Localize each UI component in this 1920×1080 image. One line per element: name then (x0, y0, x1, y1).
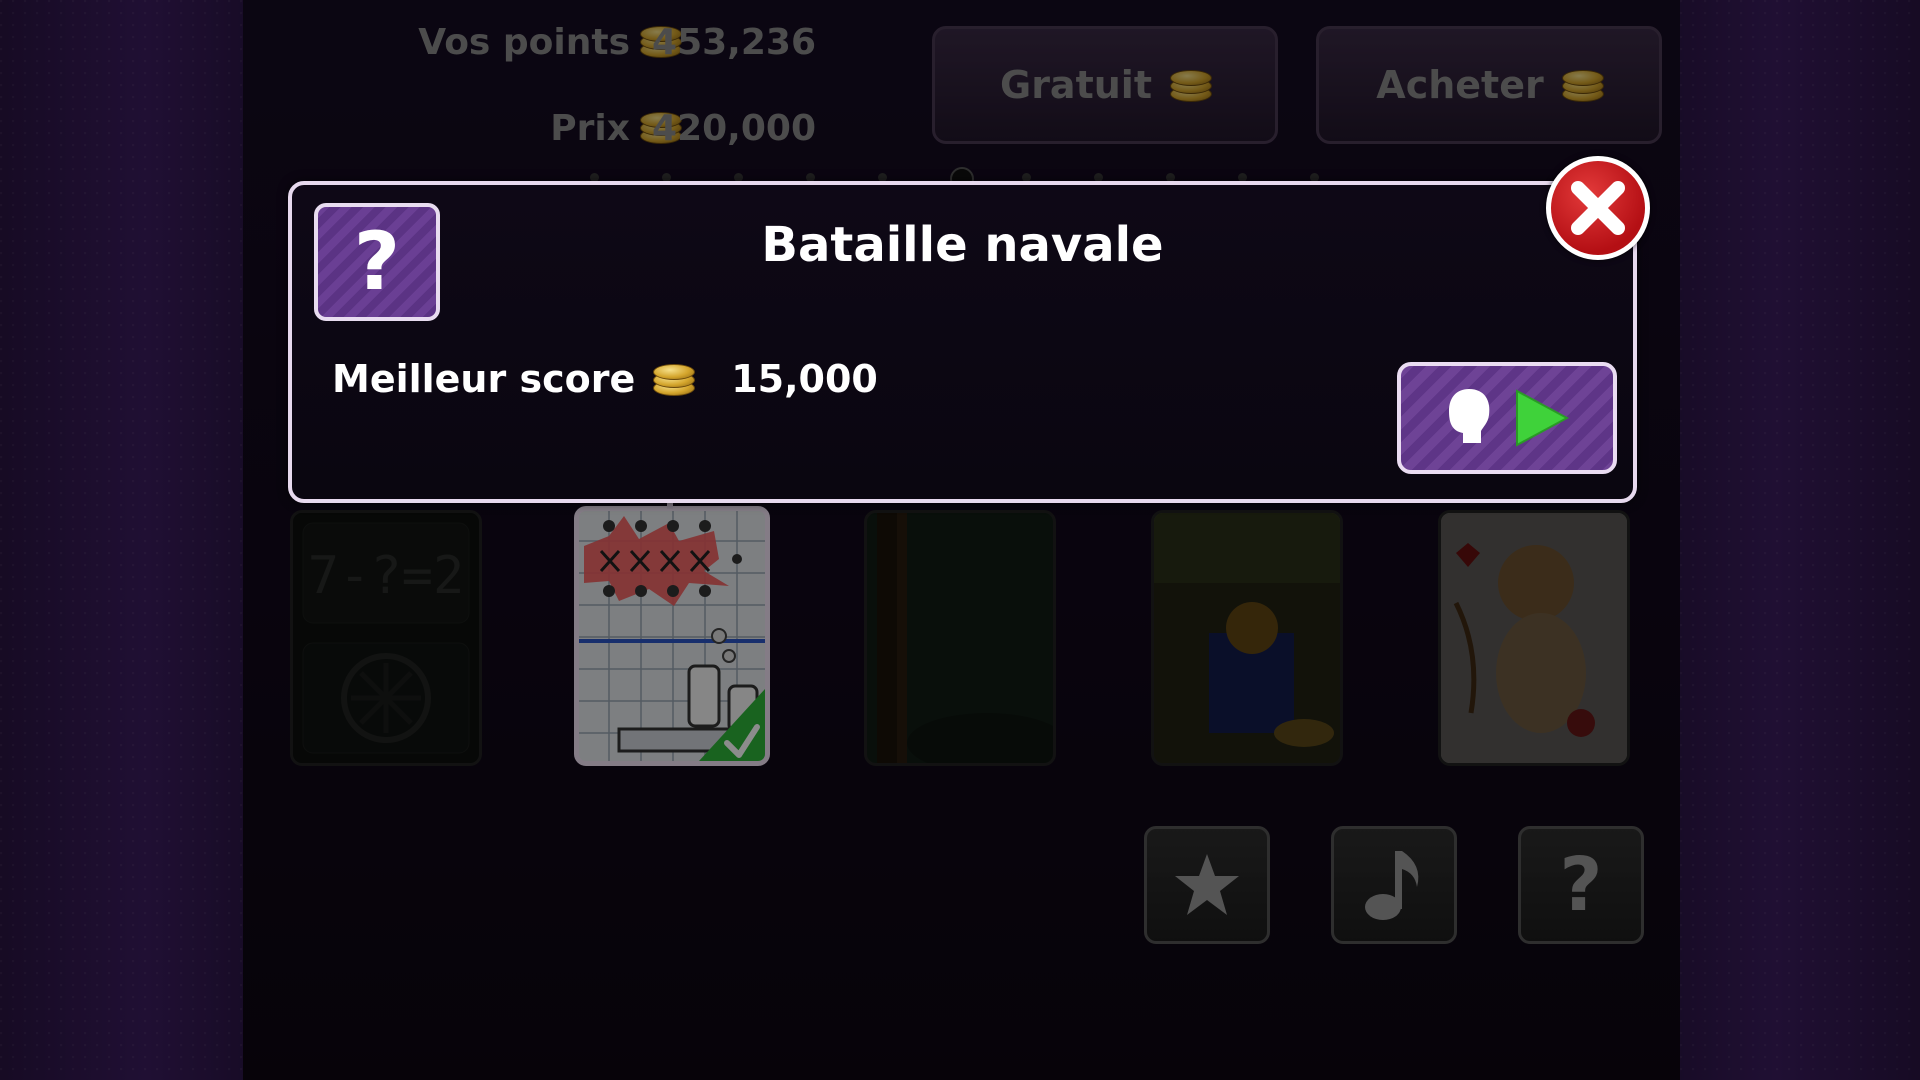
gift-box-thumbnail[interactable] (1151, 510, 1343, 766)
game-info-panel: ? Bataille navale Meilleur score 15,000 (288, 181, 1637, 503)
price-label: Prix (550, 108, 630, 149)
battleship-art (579, 511, 765, 761)
price-value: 420,000 (652, 108, 816, 149)
buy-button[interactable]: Acheter (1316, 26, 1662, 144)
music-note-icon (1365, 851, 1419, 920)
buy-button-label: Acheter (1376, 63, 1544, 107)
coin-icon (1561, 68, 1604, 102)
favorites-button[interactable] (1144, 826, 1270, 944)
help-button[interactable]: ? (1518, 826, 1644, 944)
battleship-thumbnail[interactable] (574, 506, 770, 766)
coin-icon (1169, 68, 1212, 102)
close-icon (1571, 181, 1625, 235)
coin-icon (653, 362, 696, 396)
best-score-row: Meilleur score 15,000 (332, 357, 878, 401)
forest-thumbnail[interactable] (864, 510, 1056, 766)
points-value: 453,236 (652, 22, 816, 63)
cupid-thumbnail[interactable] (1438, 510, 1630, 766)
free-button-label: Gratuit (1000, 63, 1152, 107)
help-icon: ? (1559, 842, 1603, 928)
best-score-value: 15,000 (731, 357, 878, 401)
left-background (0, 0, 243, 1080)
play-solo-button[interactable] (1397, 362, 1617, 474)
thumbnail-shade (1154, 513, 1340, 763)
play-icon (1516, 389, 1569, 447)
thumbnail-shade (293, 513, 479, 763)
star-icon (1175, 854, 1239, 915)
right-background (1680, 0, 1920, 1080)
game-title: Bataille navale (761, 217, 1164, 273)
price-row: Prix 420,000 (300, 106, 830, 154)
points-row: Vos points 453,236 (300, 20, 830, 68)
free-button[interactable]: Gratuit (932, 26, 1278, 144)
player-head-icon (1449, 389, 1490, 443)
close-button[interactable] (1546, 156, 1650, 260)
thumbnail-shade (867, 513, 1053, 763)
thumbnail-shade (1441, 513, 1627, 763)
best-score-label: Meilleur score (332, 357, 636, 401)
music-button[interactable] (1331, 826, 1457, 944)
math-puzzle-thumbnail[interactable]: 7-?=2 (290, 510, 482, 766)
points-label: Vos points (418, 22, 630, 63)
